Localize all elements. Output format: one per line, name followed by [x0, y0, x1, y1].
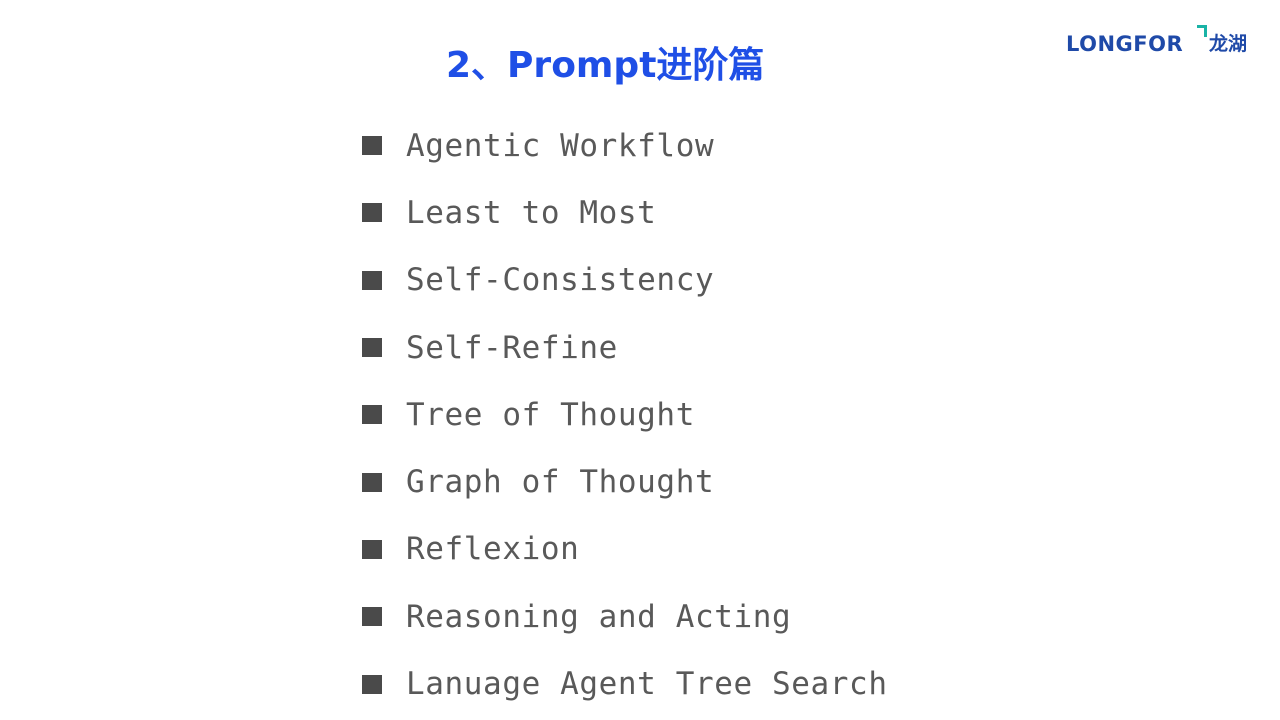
list-item: Least to Most: [362, 179, 888, 246]
list-item-label: Tree of Thought: [406, 396, 695, 433]
list-item: Agentic Workflow: [362, 112, 888, 179]
list-item: Tree of Thought: [362, 381, 888, 448]
square-bullet-icon: [362, 607, 382, 627]
square-bullet-icon: [362, 405, 382, 425]
square-bullet-icon: [362, 136, 382, 156]
slide-title: 2、Prompt进阶篇: [446, 45, 765, 86]
logo-text-en: LONGFOR: [1066, 32, 1184, 56]
list-item: Reflexion: [362, 516, 888, 583]
list-item: Graph of Thought: [362, 448, 888, 515]
list-item-label: Agentic Workflow: [406, 127, 715, 164]
list-item-label: Reasoning and Acting: [406, 598, 792, 635]
list-item: Lanuage Agent Tree Search: [362, 650, 888, 717]
list-item-label: Reflexion: [406, 531, 580, 568]
list-item-label: Lanuage Agent Tree Search: [406, 666, 888, 703]
square-bullet-icon: [362, 338, 382, 358]
list-item-label: Self-Refine: [406, 329, 618, 366]
list-item: Reasoning and Acting: [362, 583, 888, 650]
list-item: Self-Consistency: [362, 247, 888, 314]
slide: 2、Prompt进阶篇 LONGFOR 龙湖 Agentic Workflow …: [0, 0, 1280, 720]
list-item: Self-Refine: [362, 314, 888, 381]
list-item-label: Least to Most: [406, 194, 657, 231]
logo-corner-mark-icon: [1197, 25, 1207, 37]
square-bullet-icon: [362, 539, 382, 559]
logo-text-cn: 龙湖: [1209, 33, 1248, 55]
square-bullet-icon: [362, 203, 382, 223]
square-bullet-icon: [362, 270, 382, 290]
bullet-list: Agentic Workflow Least to Most Self-Cons…: [362, 112, 888, 718]
square-bullet-icon: [362, 674, 382, 694]
list-item-label: Graph of Thought: [406, 464, 715, 501]
list-item-label: Self-Consistency: [406, 262, 715, 299]
square-bullet-icon: [362, 472, 382, 492]
